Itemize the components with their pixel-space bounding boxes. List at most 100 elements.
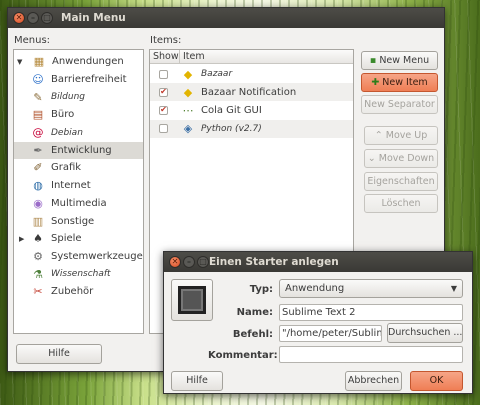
move-down-button[interactable]: ⌄ Move Down <box>364 149 438 168</box>
menu-item-zubehör[interactable]: ✂ Zubehör <box>14 283 143 301</box>
dialog-title: Einen Starter anlegen <box>209 256 339 268</box>
menu-item-barrierefreiheit[interactable]: ☺ Barrierefreiheit <box>14 71 143 89</box>
menu-item-label: Anwendungen <box>52 56 124 68</box>
show-column-header[interactable]: Show <box>150 50 180 64</box>
items-label: Items: <box>150 35 182 46</box>
menu-item-multimedia[interactable]: ◉ Multimedia <box>14 195 143 213</box>
graphics-icon: ✐ <box>33 161 43 175</box>
menu-item-label: Büro <box>51 109 75 121</box>
menu-item-bildung[interactable]: ✎ Bildung <box>14 88 143 106</box>
arrow-up-icon: ⌃ <box>374 130 386 141</box>
menu-item-büro[interactable]: ▤ Büro <box>14 106 143 124</box>
new-menu-button[interactable]: ▪ New Menu <box>361 51 438 70</box>
menu-item-label: Systemwerkzeuge <box>51 250 143 262</box>
multimedia-icon: ◉ <box>33 196 43 210</box>
minimize-icon[interactable]: – <box>27 12 39 24</box>
command-label: Befehl: <box>232 329 273 340</box>
show-checkbox[interactable] <box>159 124 168 134</box>
show-checkbox[interactable]: ✔ <box>159 87 168 97</box>
menu-item-debian[interactable]: @ Debian <box>14 124 143 142</box>
system-tools-icon: ⚙ <box>33 249 43 263</box>
menu-item-systemwerkzeuge[interactable]: ⚙ Systemwerkzeuge <box>14 248 143 266</box>
show-checkbox[interactable] <box>159 69 168 79</box>
office-icon: ▤ <box>32 108 44 122</box>
new-menu-icon: ▪ <box>369 55 380 66</box>
show-checkbox[interactable]: ✔ <box>159 105 168 115</box>
menu-item-label: Entwicklung <box>51 144 112 156</box>
dialog-maximize-icon[interactable]: □ <box>197 256 209 268</box>
menu-item-internet[interactable]: ◍ Internet <box>14 177 143 195</box>
menu-item-spiele[interactable]: ▶ ♠ Spiele <box>14 230 143 248</box>
expander-down-icon[interactable]: ▼ <box>17 58 27 66</box>
dialog-help-button[interactable]: Hilfe <box>171 371 223 391</box>
bazaar-icon: ◆ <box>183 67 193 81</box>
main-help-button[interactable]: Hilfe <box>16 344 102 364</box>
new-item-button[interactable]: ✚ New Item <box>361 73 438 92</box>
menu-item-label: Barrierefreiheit <box>51 73 127 85</box>
name-field[interactable]: Sublime Text 2 <box>279 304 463 321</box>
arrow-down-icon: ⌄ <box>367 153 379 164</box>
debian-icon: @ <box>32 126 44 140</box>
item-row[interactable]: ◆ Bazaar <box>150 65 353 83</box>
menu-item-label: Spiele <box>51 233 82 245</box>
menus-tree[interactable]: ▼ ▦ Anwendungen ☺ Barrierefreiheit ✎ Bildung ▤ B… <box>13 49 144 334</box>
item-label: Bazaar <box>201 69 233 79</box>
accessibility-icon: ☺ <box>32 72 44 86</box>
new-item-icon: ✚ <box>371 77 383 88</box>
dialog-minimize-icon[interactable]: – <box>183 256 195 268</box>
item-row[interactable]: ✔ ◆ Bazaar Notification <box>150 83 353 102</box>
expander-right-icon[interactable]: ▶ <box>19 235 29 243</box>
menu-item-grafik[interactable]: ✐ Grafik <box>14 159 143 177</box>
browse-button[interactable]: Durchsuchen ... <box>387 323 463 343</box>
menu-item-label: Internet <box>51 180 91 192</box>
development-icon: ✒ <box>33 143 43 157</box>
new-launcher-dialog: ✕ – □ Einen Starter anlegen Typ: Anwendu… <box>163 251 473 394</box>
menu-item-wissenschaft[interactable]: ⚗ Wissenschaft <box>14 265 143 283</box>
comment-label: Kommentar: <box>208 350 278 361</box>
applications-icon: ▦ <box>33 55 45 69</box>
type-select[interactable]: Anwendung ▼ <box>279 279 463 298</box>
menu-item-anwendungen[interactable]: ▼ ▦ Anwendungen <box>14 53 143 71</box>
close-icon[interactable]: ✕ <box>13 12 25 24</box>
new-separator-button[interactable]: New Separator <box>361 95 438 114</box>
properties-button[interactable]: Eigenschaften <box>364 172 438 191</box>
item-column-header[interactable]: Item <box>180 50 353 64</box>
menu-item-sonstige[interactable]: ▥ Sonstige <box>14 212 143 230</box>
move-up-button[interactable]: ⌃ Move Up <box>364 126 438 145</box>
education-icon: ✎ <box>33 90 43 104</box>
menu-item-label: Grafik <box>51 162 82 174</box>
cancel-button[interactable]: Abbrechen <box>345 371 402 391</box>
menu-item-entwicklung[interactable]: ✒ Entwicklung <box>14 141 143 159</box>
python-icon: ◈ <box>183 122 193 136</box>
app-icon <box>178 286 206 314</box>
main-menu-titlebar[interactable]: ✕ – □ Main Menu <box>8 8 444 28</box>
dialog-close-icon[interactable]: ✕ <box>169 256 181 268</box>
item-label: Bazaar Notification <box>201 86 297 98</box>
menu-item-label: Debian <box>51 127 83 138</box>
menu-item-label: Bildung <box>51 92 86 103</box>
ok-button[interactable]: OK <box>410 371 463 391</box>
menu-item-label: Zubehör <box>51 286 94 298</box>
launcher-icon-button[interactable] <box>171 279 213 321</box>
menu-item-label: Sonstige <box>51 215 95 227</box>
dialog-titlebar[interactable]: ✕ – □ Einen Starter anlegen <box>164 252 472 272</box>
delete-button[interactable]: Löschen <box>364 194 438 213</box>
accessories-icon: ✂ <box>33 285 43 299</box>
item-label: Python (v2.7) <box>201 123 262 134</box>
comment-field[interactable] <box>279 346 463 363</box>
git-icon: ⋯ <box>182 103 194 117</box>
bazaar-icon: ◆ <box>183 85 193 99</box>
item-row[interactable]: ✔ ⋯ Cola Git GUI <box>150 101 353 119</box>
name-label: Name: <box>236 307 273 318</box>
maximize-icon[interactable]: □ <box>41 12 53 24</box>
window-title: Main Menu <box>61 12 126 24</box>
item-label: Cola Git GUI <box>201 104 262 116</box>
internet-icon: ◍ <box>33 179 43 193</box>
menu-item-label: Wissenschaft <box>51 269 111 280</box>
menus-label: Menus: <box>14 35 51 46</box>
type-label: Typ: <box>249 284 273 295</box>
item-row[interactable]: ◈ Python (v2.7) <box>150 119 353 138</box>
dropdown-arrow-icon: ▼ <box>450 284 457 293</box>
games-icon: ♠ <box>33 232 43 246</box>
command-field[interactable]: "/home/peter/Sublime <box>279 325 382 342</box>
